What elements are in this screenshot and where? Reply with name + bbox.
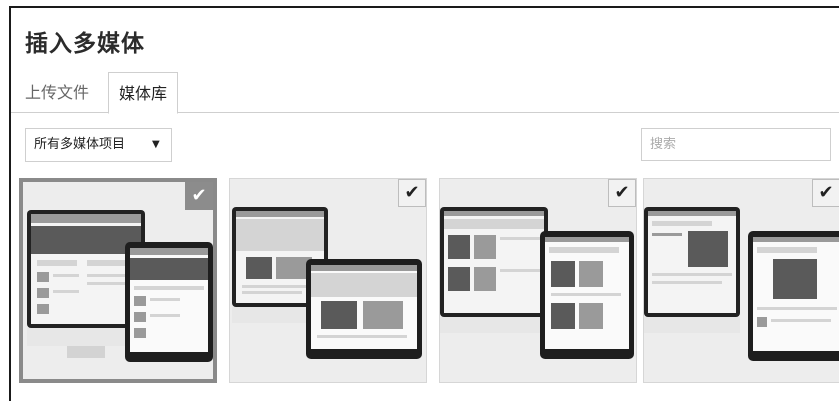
media-tile[interactable]: ✔ [19, 178, 217, 383]
tab-upload-files[interactable]: 上传文件 [15, 72, 99, 113]
tablet-mockup [540, 231, 634, 359]
insert-media-dialog: 插入多媒体 上传文件 媒体库 所有多媒体项目 ▼ 搜索 ✔ ✔ ✔ ✔ [9, 6, 839, 401]
media-filter-value: 所有多媒体项目 [34, 137, 126, 152]
media-grid: ✔ ✔ ✔ ✔ [11, 178, 839, 388]
tablet-mockup [748, 231, 839, 361]
dialog-title: 插入多媒体 [25, 31, 145, 57]
media-tile[interactable]: ✔ [229, 178, 427, 383]
checkmark-icon[interactable]: ✔ [398, 179, 426, 207]
monitor-mockup [644, 207, 740, 317]
checkmark-icon[interactable]: ✔ [185, 182, 213, 210]
dropdown-arrow-icon: ▼ [152, 139, 160, 150]
media-filter-select[interactable]: 所有多媒体项目 ▼ [25, 128, 172, 162]
tab-media-library[interactable]: 媒体库 [108, 72, 179, 114]
tab-bar: 上传文件 媒体库 [11, 72, 839, 114]
tablet-mockup [306, 259, 422, 359]
checkmark-icon[interactable]: ✔ [812, 179, 839, 207]
monitor-mockup [440, 207, 548, 317]
media-tile[interactable]: ✔ [643, 178, 839, 383]
tablet-mockup [125, 242, 213, 362]
checkmark-icon[interactable]: ✔ [608, 179, 636, 207]
media-tile[interactable]: ✔ [439, 178, 637, 383]
search-input[interactable] [641, 128, 831, 161]
